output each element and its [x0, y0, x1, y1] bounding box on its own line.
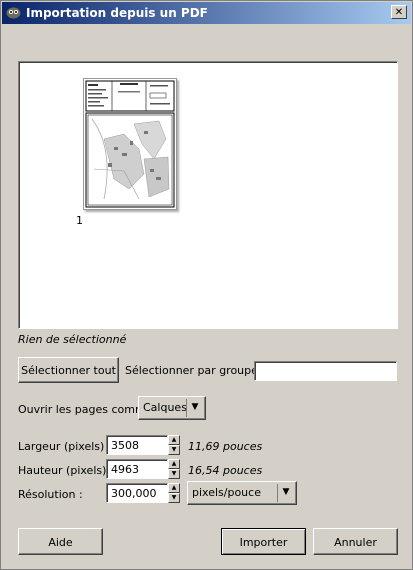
width-input[interactable]: 3508	[106, 435, 168, 455]
select-group-input[interactable]	[254, 361, 397, 381]
chevron-down-icon: ▼	[277, 484, 294, 502]
width-stepper[interactable]: ▲ ▼	[168, 435, 180, 455]
select-all-label: Sélectionner tout	[21, 364, 116, 377]
import-button[interactable]: Importer	[221, 528, 306, 555]
gimp-app-icon	[6, 7, 21, 19]
spin-down-icon[interactable]: ▼	[168, 469, 180, 479]
height-label: Hauteur (pixels) :	[18, 464, 114, 477]
height-input[interactable]: 4963	[106, 459, 168, 479]
width-inches: 11,69 pouces	[188, 440, 263, 453]
open-pages-value: Calques	[143, 401, 187, 414]
cancel-label: Annuler	[334, 536, 377, 549]
help-label: Aide	[48, 536, 73, 549]
selection-status: Rien de sélectionné	[18, 333, 127, 346]
chevron-down-icon: ▼	[186, 399, 203, 417]
resolution-label: Résolution :	[18, 488, 83, 501]
open-pages-select[interactable]: Calques ▼	[138, 396, 206, 420]
title-bar: Importation depuis un PDF ✕	[2, 2, 411, 24]
height-inches: 16,54 pouces	[188, 464, 263, 477]
resolution-unit-select[interactable]: pixels/pouce ▼	[187, 481, 297, 505]
select-all-button[interactable]: Sélectionner tout	[18, 357, 119, 383]
spin-up-icon[interactable]: ▲	[168, 459, 180, 469]
cancel-button[interactable]: Annuler	[313, 528, 398, 555]
window-title: Importation depuis un PDF	[26, 6, 208, 20]
spin-down-icon[interactable]: ▼	[168, 493, 180, 503]
resolution-stepper[interactable]: ▲ ▼	[168, 483, 180, 503]
help-button[interactable]: Aide	[18, 528, 103, 555]
resolution-input[interactable]: 300,000	[106, 483, 168, 503]
open-pages-label: Ouvrir les pages comme	[18, 403, 153, 416]
page-thumbnail-image	[85, 80, 175, 208]
pdf-import-dialog: Importation depuis un PDF ✕ 1 Rien de sé…	[0, 0, 413, 570]
close-button[interactable]: ✕	[391, 5, 407, 19]
resolution-unit-value: pixels/pouce	[192, 486, 261, 499]
spin-down-icon[interactable]: ▼	[168, 445, 180, 455]
import-label: Importer	[239, 536, 288, 549]
spin-up-icon[interactable]: ▲	[168, 435, 180, 445]
spin-up-icon[interactable]: ▲	[168, 483, 180, 493]
select-group-label: Sélectionner par groupe :	[125, 364, 266, 377]
page-preview-area[interactable]: 1	[18, 61, 398, 329]
width-label: Largeur (pixels) :	[18, 440, 112, 453]
page-thumbnail[interactable]	[83, 78, 177, 210]
height-stepper[interactable]: ▲ ▼	[168, 459, 180, 479]
page-number-label: 1	[76, 214, 83, 227]
